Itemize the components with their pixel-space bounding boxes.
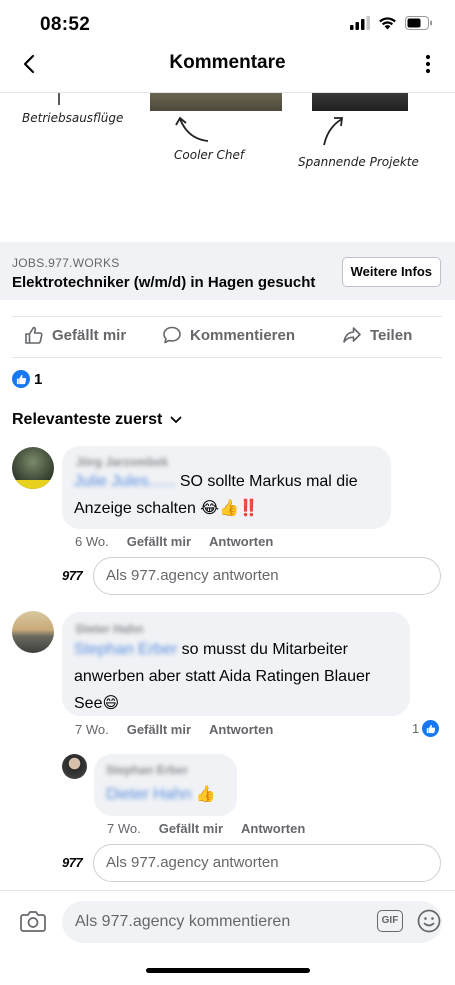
arrow-line-icon — [58, 93, 60, 105]
comment-mention[interactable]: Julie Jules...... — [74, 473, 175, 490]
page-logo: 977 — [62, 568, 83, 583]
comment-bubble: Jörg Jarzombek Julie Jules...... SO soll… — [62, 446, 391, 529]
like-reaction-icon — [422, 720, 440, 737]
comment-author[interactable]: Dieter Hahn — [76, 622, 143, 636]
ad-image[interactable]: Betriebsausflüge Cooler Chef Spannende P… — [0, 92, 455, 242]
comment-time: 7 Wo. — [75, 722, 109, 737]
comment-text-line1: SO sollte Markus mal die — [175, 473, 358, 490]
comment-sort-dropdown[interactable]: Relevanteste zuerst — [12, 411, 182, 429]
emoji-icon[interactable] — [417, 909, 441, 933]
status-bar: 08:52 — [0, 0, 455, 48]
like-action[interactable]: Gefällt mir — [24, 325, 126, 345]
reply-reply-button[interactable]: Antworten — [241, 821, 305, 836]
ad-domain: JOBS.977.WORKS — [12, 256, 120, 270]
comment-meta: 6 Wo. Gefällt mir Antworten — [75, 534, 273, 549]
reaction-summary[interactable]: 1 — [12, 370, 42, 388]
comment-reply-button[interactable]: Antworten — [209, 534, 273, 549]
comment-meta: 7 Wo. Gefällt mir Antworten — [75, 722, 273, 737]
battery-icon — [405, 16, 432, 30]
comment-action-label: Kommentieren — [190, 326, 296, 344]
camera-icon[interactable] — [20, 909, 46, 933]
like-reaction-icon — [12, 370, 30, 388]
reaction-count: 1 — [34, 370, 43, 388]
comment-like-button[interactable]: Gefällt mir — [127, 722, 191, 737]
reply-bubble: Stephan Erber Dieter Hahn 👍 — [94, 754, 237, 816]
comment-action[interactable]: Kommentieren — [162, 325, 295, 345]
comment-text-line2: Anzeige schalten 😂👍‼️ — [74, 500, 259, 517]
comment-text-line3: See😄 — [74, 695, 120, 712]
wifi-icon — [379, 17, 396, 30]
page-title: Kommentare — [169, 52, 286, 73]
reply-like-button[interactable]: Gefällt mir — [159, 821, 223, 836]
share-action[interactable]: Teilen — [342, 325, 412, 345]
arrow-spannende-projekte-icon — [323, 117, 344, 146]
reply-time: 7 Wo. — [107, 821, 141, 836]
comment-reaction[interactable]: 1 — [412, 720, 440, 737]
caption-cooler-chef: Cooler Chef — [174, 148, 245, 162]
more-options-icon[interactable] — [421, 52, 435, 76]
reply-text-body: 👍 — [191, 786, 216, 803]
comment-text-line2: anwerben aber statt Aida Ratingen Blauer — [74, 668, 371, 685]
comment-like-button[interactable]: Gefällt mir — [127, 534, 191, 549]
comment-mention[interactable]: Stephan Erber — [74, 641, 177, 658]
avatar[interactable] — [12, 611, 54, 653]
caption-betriebsausfluege: Betriebsausflüge — [22, 111, 124, 125]
ad-photo-project — [312, 93, 408, 111]
comment-reply-button[interactable]: Antworten — [209, 722, 273, 737]
reply-input[interactable]: Als 977.agency antworten — [93, 844, 441, 882]
status-time: 08:52 — [40, 14, 91, 35]
caption-spannende-projekte: Spannende Projekte — [298, 155, 419, 169]
comment-composer: Als 977.agency kommentieren GIF — [0, 890, 455, 950]
comment-text: Stephan Erber so musst du Mitarbeiter an… — [74, 636, 370, 717]
reply-mention[interactable]: Dieter Hahn — [106, 786, 191, 803]
app-header: Kommentare — [0, 44, 455, 86]
avatar[interactable] — [12, 447, 54, 489]
post-action-bar: Gefällt mir Kommentieren Teilen — [12, 316, 442, 358]
comment-reaction-count: 1 — [412, 721, 420, 736]
cellular-signal-icon — [350, 16, 370, 30]
learn-more-button[interactable]: Weitere Infos — [341, 257, 441, 287]
home-indicator[interactable] — [146, 968, 310, 973]
share-action-label: Teilen — [370, 326, 413, 344]
status-icons — [350, 16, 433, 30]
page-logo: 977 — [62, 855, 83, 870]
chevron-down-icon — [170, 416, 182, 424]
ad-photo-chef — [150, 93, 282, 111]
like-action-label: Gefällt mir — [52, 326, 127, 344]
comment-text-line1: so musst du Mitarbeiter — [177, 641, 348, 658]
avatar[interactable] — [62, 754, 87, 779]
reply-input[interactable]: Als 977.agency antworten — [93, 557, 441, 595]
ad-footer[interactable]: JOBS.977.WORKS Elektrotechniker (w/m/d) … — [0, 242, 455, 300]
arrow-cooler-chef-icon — [175, 116, 209, 142]
gif-button[interactable]: GIF — [377, 910, 403, 932]
share-arrow-icon — [343, 327, 361, 343]
reply-meta: 7 Wo. Gefällt mir Antworten — [107, 821, 305, 836]
comment-text: Julie Jules...... SO sollte Markus mal d… — [74, 468, 358, 522]
thumbs-up-icon — [25, 326, 43, 344]
reply-author[interactable]: Stephan Erber — [106, 763, 188, 777]
ad-title[interactable]: Elektrotechniker (w/m/d) in Hagen gesuch… — [12, 274, 315, 291]
comment-bubble-icon — [163, 326, 181, 344]
comment-time: 6 Wo. — [75, 534, 109, 549]
reply-text: Dieter Hahn 👍 — [106, 781, 216, 808]
comment-bubble: Dieter Hahn Stephan Erber so musst du Mi… — [62, 612, 410, 716]
comment-author[interactable]: Jörg Jarzombek — [76, 455, 168, 469]
sort-label: Relevanteste zuerst — [12, 411, 163, 428]
